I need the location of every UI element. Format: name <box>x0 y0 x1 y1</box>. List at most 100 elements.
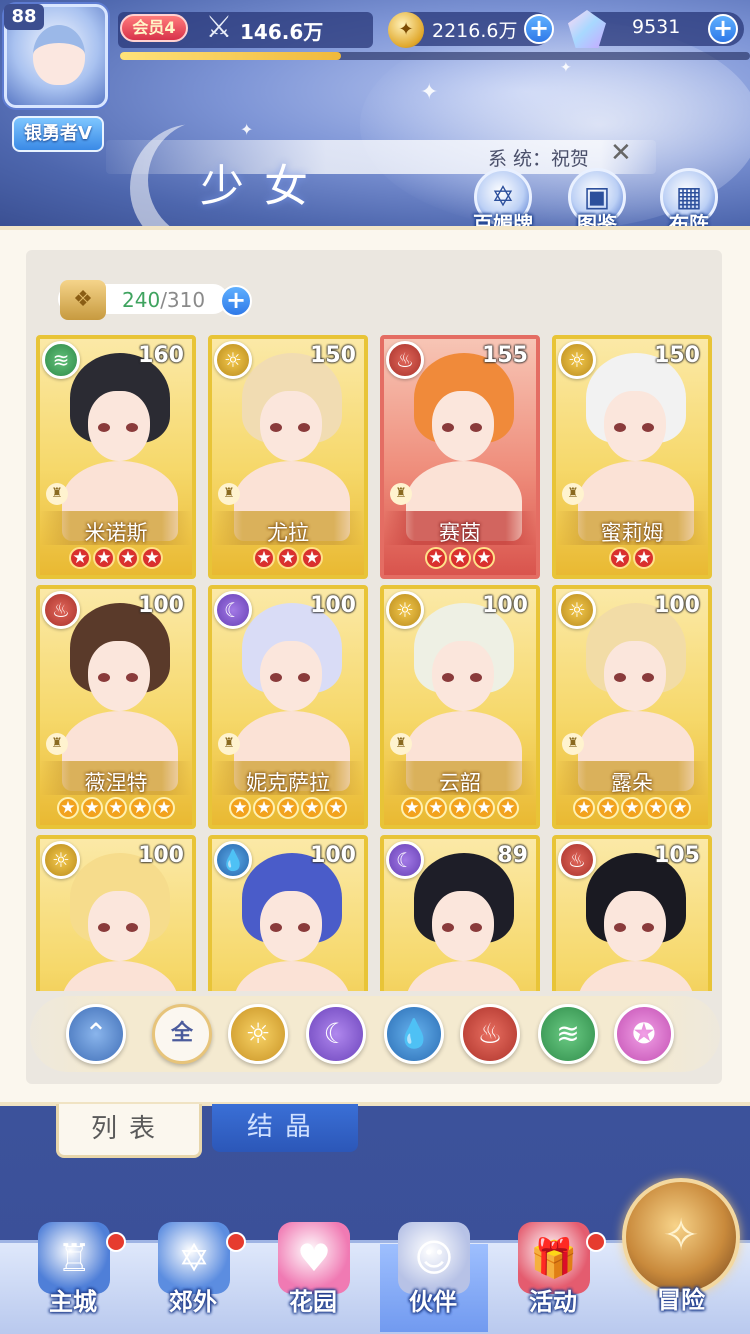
star-icon: ★ <box>449 547 471 569</box>
light-filter-button[interactable]: ☼ <box>228 1004 288 1064</box>
nav-item-portal[interactable]: ✡ 郊外 <box>134 1212 252 1334</box>
star-icon: ★ <box>105 797 127 819</box>
star-icon: ★ <box>473 547 495 569</box>
nav-label: 伙伴 <box>409 1288 457 1316</box>
all-filter-button[interactable]: 全 <box>152 1004 212 1064</box>
partner-name: 尤拉 <box>267 521 309 545</box>
character-eye <box>126 423 138 432</box>
star-icon: ★ <box>573 797 595 819</box>
partner-name: 云韶 <box>439 771 481 795</box>
partner-name: 妮克萨拉 <box>246 771 330 795</box>
character-body <box>62 961 178 991</box>
character-eye <box>270 923 282 932</box>
partner-card[interactable]: ☼ 100 ♜ 云韶 ★ ★ ★ ★ ★ <box>380 585 540 829</box>
character-body <box>578 961 694 991</box>
partner-level: 105 <box>654 843 700 868</box>
partner-card[interactable]: ≋ 160 ♜ 米诺斯 ★ ★ ★ ★ <box>36 335 196 579</box>
star-rating: ★ ★ ★ ★ ★ <box>40 797 192 819</box>
adventure-label: 冒险 <box>657 1286 705 1314</box>
partner-level: 150 <box>654 343 700 368</box>
character-eye <box>442 423 454 432</box>
partner-card[interactable]: ♨ 105 <box>552 835 712 991</box>
partner-level: 100 <box>310 843 356 868</box>
fire-element-icon: ♨ <box>386 341 424 379</box>
star-icon: ★ <box>597 797 619 819</box>
partner-card[interactable]: ☼ 150 ♜ 尤拉 ★ ★ ★ <box>208 335 368 579</box>
sparkle-icon: ✦ <box>420 80 439 105</box>
character-eye <box>98 923 110 932</box>
nav-label: 活动 <box>529 1288 577 1316</box>
special-filter-button[interactable]: ✪ <box>614 1004 674 1064</box>
partner-level: 100 <box>482 593 528 618</box>
partner-card[interactable]: ♨ 155 ♜ 赛茵 ★ ★ ★ <box>380 335 540 579</box>
role-icon: ♜ <box>390 483 412 505</box>
close-icon[interactable]: ✕ <box>610 138 632 168</box>
water-filter-button[interactable]: 💧 <box>384 1004 444 1064</box>
coin-amount: 2216.6万 <box>432 20 518 42</box>
partner-card[interactable]: 💧 100 <box>208 835 368 991</box>
nav-item-heart[interactable]: ♥ 花园 <box>254 1212 372 1334</box>
character-eye <box>614 423 626 432</box>
nav-label: 花园 <box>289 1288 337 1316</box>
star-icon: ★ <box>117 547 139 569</box>
bag-icon: ❖ <box>60 280 106 320</box>
vip-badge[interactable]: 会员4 <box>120 14 188 42</box>
character-eye <box>614 923 626 932</box>
character-eye <box>614 673 626 682</box>
star-icon: ★ <box>153 797 175 819</box>
character-eye <box>470 423 482 432</box>
partner-card[interactable]: ☼ 100 ♜ 露朵 ★ ★ ★ ★ ★ <box>552 585 712 829</box>
nav-item-castle[interactable]: ♖ 主城 <box>14 1212 132 1334</box>
experience-bar <box>120 52 750 60</box>
tab-crystal[interactable]: 结晶 <box>212 1104 358 1152</box>
adventure-button[interactable]: ✧ <box>622 1178 740 1296</box>
expand-capacity-button[interactable]: + <box>220 285 252 317</box>
nav-item-gift[interactable]: 🎁 活动 <box>494 1212 612 1334</box>
star-icon: ★ <box>253 797 275 819</box>
partner-card[interactable]: ☾ 89 <box>380 835 540 991</box>
page-title: 少女 <box>200 161 328 212</box>
notification-dot <box>226 1232 246 1252</box>
player-title-badge[interactable]: 银勇者V <box>12 116 104 152</box>
role-icon: ♜ <box>46 483 68 505</box>
wind-filter-button[interactable]: ≋ <box>538 1004 598 1064</box>
light-element-icon: ☼ <box>558 591 596 629</box>
character-eye <box>126 923 138 932</box>
character-eye <box>270 423 282 432</box>
avatar-portrait <box>33 25 85 85</box>
partner-card[interactable]: ☼ 150 ♜ 蜜莉姆 ★ ★ <box>552 335 712 579</box>
star-rating: ★ ★ ★ <box>384 547 536 569</box>
capacity-current: 240 <box>122 288 161 312</box>
capacity-max: /310 <box>160 288 206 312</box>
nav-item-partner[interactable]: ☺ 伙伴 <box>374 1212 492 1334</box>
add-coins-button[interactable]: + <box>524 14 554 44</box>
character-eye <box>298 423 310 432</box>
star-icon: ★ <box>609 547 631 569</box>
star-icon: ★ <box>253 547 275 569</box>
star-icon: ★ <box>229 797 251 819</box>
partner-card[interactable]: ☼ 100 <box>36 835 196 991</box>
partner-name: 赛茵 <box>439 521 481 545</box>
add-gems-button[interactable]: + <box>708 14 738 44</box>
tab-list[interactable]: 列表 <box>56 1104 202 1158</box>
star-rating: ★ ★ ★ ★ ★ <box>212 797 364 819</box>
character-eye <box>98 673 110 682</box>
partner-card[interactable]: ☾ 100 ♜ 妮克萨拉 ★ ★ ★ ★ ★ <box>208 585 368 829</box>
partner-card-grid[interactable]: ≋ 160 ♜ 米诺斯 ★ ★ ★ ★ ☼ 150 ♜ 尤拉 ★ ★ ★ ♨ 155 ♜ 赛茵 ★ ★ ★ ☼ 150 ♜ 蜜莉姆… <box>36 335 716 991</box>
partner-name: 露朵 <box>611 771 653 795</box>
character-eye <box>470 673 482 682</box>
character-body <box>234 961 350 991</box>
fire-filter-button[interactable]: ♨ <box>460 1004 520 1064</box>
partner-name: 蜜莉姆 <box>600 521 664 545</box>
star-icon: ★ <box>277 547 299 569</box>
partner-level: 100 <box>138 593 184 618</box>
type-filter-button[interactable]: ⌃ <box>66 1004 126 1064</box>
sparkle-icon: ✦ <box>240 120 254 139</box>
moon-filter-button[interactable]: ☾ <box>306 1004 366 1064</box>
star-rating: ★ ★ ★ ★ ★ <box>556 797 708 819</box>
sword-emblem-icon: ⚔ <box>205 10 233 45</box>
star-icon: ★ <box>301 547 323 569</box>
partner-card[interactable]: ♨ 100 ♜ 薇涅特 ★ ★ ★ ★ ★ <box>36 585 196 829</box>
role-icon: ♜ <box>46 733 68 755</box>
role-icon: ♜ <box>218 733 240 755</box>
